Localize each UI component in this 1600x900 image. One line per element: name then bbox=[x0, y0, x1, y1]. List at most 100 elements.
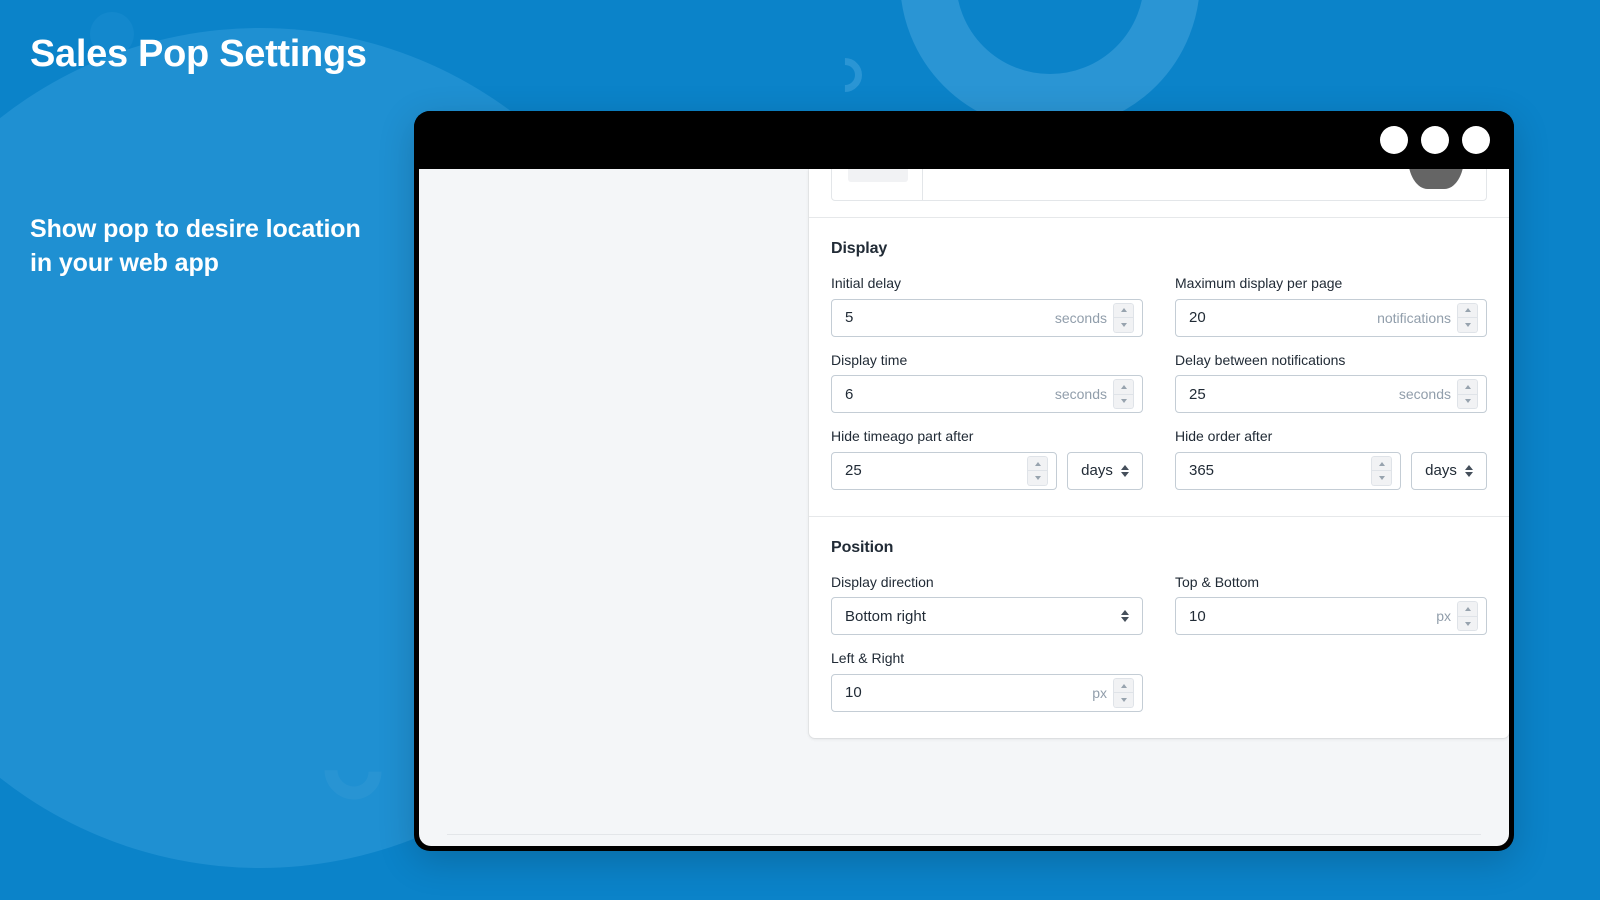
caret-down-icon bbox=[1464, 399, 1471, 404]
label-display-time: Display time bbox=[831, 351, 908, 368]
hide-order-after-unit-select[interactable]: days bbox=[1411, 451, 1487, 490]
hide-order-after-stepper[interactable] bbox=[1371, 455, 1392, 486]
caret-down-icon bbox=[1120, 399, 1127, 404]
display-time-stepper[interactable] bbox=[1113, 379, 1134, 410]
hide-order-unit-value: days bbox=[1425, 462, 1457, 480]
maximum-display-per-page-suffix: notifications bbox=[1377, 309, 1451, 326]
close-dot-icon[interactable] bbox=[1380, 126, 1408, 154]
caret-down-icon bbox=[1464, 322, 1471, 327]
field-initial-delay: Initial delay 5 seconds bbox=[831, 274, 1143, 337]
maximum-display-per-page-input[interactable]: 20 notifications bbox=[1175, 298, 1487, 337]
notification-preview: SALE bbox=[831, 169, 1487, 201]
select-updown-icon bbox=[1121, 610, 1129, 623]
hide-timeago-part-after-input[interactable]: 25 bbox=[831, 451, 1057, 490]
initial-delay-suffix: seconds bbox=[1054, 309, 1107, 326]
caret-up-icon bbox=[1464, 308, 1471, 313]
hide-timeago-part-after-decrement-button[interactable] bbox=[1027, 471, 1048, 486]
display-time-increment-button[interactable] bbox=[1113, 379, 1134, 395]
label-delay-between-notifications: Delay between notifications bbox=[1175, 351, 1346, 368]
hide-order-after-value: 365 bbox=[1189, 462, 1215, 480]
preview-thumbnail bbox=[848, 169, 908, 182]
maximize-dot-icon[interactable] bbox=[1462, 126, 1490, 154]
hide-timeago-part-after-value: 25 bbox=[845, 462, 862, 480]
caret-up-icon bbox=[1464, 384, 1471, 389]
delay-between-notifications-input[interactable]: 25 seconds bbox=[1175, 375, 1487, 414]
small-arc-shape bbox=[820, 50, 870, 100]
initial-delay-increment-button[interactable] bbox=[1113, 302, 1134, 319]
top-and-bottom-increment-button[interactable] bbox=[1457, 601, 1478, 617]
hide-timeago-part-after-stepper[interactable] bbox=[1027, 455, 1048, 486]
initial-delay-stepper[interactable] bbox=[1113, 302, 1134, 333]
control-display-time: 6 seconds bbox=[831, 375, 1143, 414]
display-time-input[interactable]: 6 seconds bbox=[831, 375, 1143, 414]
top-and-bottom-input[interactable]: 10 px bbox=[1175, 597, 1487, 636]
left-and-right-suffix: px bbox=[1092, 684, 1107, 701]
initial-delay-decrement-button[interactable] bbox=[1113, 318, 1134, 333]
preview-clip: SALE bbox=[809, 169, 1509, 217]
minimize-dot-icon[interactable] bbox=[1421, 126, 1449, 154]
maximum-display-per-page-stepper[interactable] bbox=[1457, 302, 1478, 333]
field-hide-order-after: Hide order after 365 days bbox=[1175, 427, 1487, 490]
delay-between-notifications-stepper[interactable] bbox=[1457, 379, 1478, 410]
maximum-display-per-page-decrement-button[interactable] bbox=[1457, 318, 1478, 333]
field-delay-between-notifications: Delay between notifications 25 seconds bbox=[1175, 351, 1487, 414]
delay-between-notifications-suffix: seconds bbox=[1398, 386, 1451, 403]
maximum-display-per-page-increment-button[interactable] bbox=[1457, 302, 1478, 319]
select-updown-icon bbox=[1120, 464, 1129, 477]
app-body: SALE Display Initial delay 5 bbox=[419, 169, 1509, 846]
delay-between-notifications-value: 25 bbox=[1189, 385, 1206, 403]
display-time-decrement-button[interactable] bbox=[1113, 394, 1134, 410]
label-hide-timeago-part-after: Hide timeago part after bbox=[831, 428, 974, 445]
field-display-direction: Display direction Bottom right bbox=[831, 573, 1143, 636]
initial-delay-input[interactable]: 5 seconds bbox=[831, 298, 1143, 337]
top-and-bottom-value: 10 bbox=[1189, 607, 1206, 625]
control-initial-delay: 5 seconds bbox=[831, 298, 1143, 337]
display-direction-select[interactable]: Bottom right bbox=[831, 597, 1143, 636]
field-top-and-bottom: Top & Bottom 10 px bbox=[1175, 573, 1487, 636]
browser-window: SALE Display Initial delay 5 bbox=[414, 111, 1514, 851]
caret-up-icon bbox=[1120, 384, 1127, 389]
product-blob-shape bbox=[1408, 169, 1464, 189]
control-hide-order-after: 365 days bbox=[1175, 451, 1487, 490]
left-and-right-increment-button[interactable] bbox=[1113, 677, 1134, 694]
section-title-display: Display bbox=[831, 240, 888, 257]
field-display-time: Display time 6 seconds bbox=[831, 351, 1143, 414]
page-subtitle: Show pop to desire location in your web … bbox=[30, 215, 361, 277]
hide-timeago-part-after-increment-button[interactable] bbox=[1027, 455, 1048, 472]
control-top-and-bottom: 10 px bbox=[1175, 597, 1487, 636]
field-hide-timeago-part-after: Hide timeago part after 25 days bbox=[831, 427, 1143, 490]
top-and-bottom-decrement-button[interactable] bbox=[1457, 616, 1478, 632]
caret-up-icon bbox=[1034, 461, 1041, 466]
hide-timeago-part-after-unit-select[interactable]: days bbox=[1067, 451, 1143, 490]
left-and-right-input[interactable]: 10 px bbox=[831, 673, 1143, 712]
label-left-and-right: Left & Right bbox=[831, 650, 905, 667]
section-title-position: Position bbox=[831, 538, 894, 556]
label-maximum-display-per-page: Maximum display per page bbox=[1175, 275, 1343, 291]
delay-between-notifications-increment-button[interactable] bbox=[1457, 379, 1478, 395]
caret-up-icon bbox=[1378, 461, 1385, 466]
caret-up-icon bbox=[1120, 308, 1127, 313]
label-hide-order-after: Hide order after bbox=[1175, 428, 1273, 445]
caret-down-icon bbox=[1120, 698, 1127, 703]
left-and-right-decrement-button[interactable] bbox=[1113, 693, 1134, 708]
left-and-right-stepper[interactable] bbox=[1113, 677, 1134, 708]
delay-between-notifications-decrement-button[interactable] bbox=[1457, 394, 1478, 410]
caret-up-icon bbox=[1464, 607, 1471, 612]
hide-order-after-decrement-button[interactable] bbox=[1371, 471, 1392, 486]
label-top-and-bottom: Top & Bottom bbox=[1175, 573, 1260, 590]
hide-order-after-increment-button[interactable] bbox=[1371, 455, 1392, 472]
section-position: Position Display direction Bottom right bbox=[809, 515, 1509, 738]
label-display-direction: Display direction bbox=[831, 573, 934, 590]
display-direction-value: Bottom right bbox=[845, 607, 926, 625]
page-title: Sales Pop Settings bbox=[30, 33, 367, 75]
left-and-right-value: 10 bbox=[845, 684, 862, 702]
display-time-value: 6 bbox=[845, 385, 854, 403]
hide-order-after-input[interactable]: 365 bbox=[1175, 451, 1401, 490]
display-time-suffix: seconds bbox=[1054, 386, 1107, 403]
control-left-and-right: 10 px bbox=[831, 673, 1143, 712]
caret-down-icon bbox=[1034, 476, 1041, 481]
top-and-bottom-stepper[interactable] bbox=[1457, 601, 1478, 632]
browser-titlebar bbox=[414, 111, 1514, 169]
settings-card: SALE Display Initial delay 5 bbox=[809, 169, 1509, 738]
field-left-and-right: Left & Right 10 px bbox=[831, 649, 1143, 712]
